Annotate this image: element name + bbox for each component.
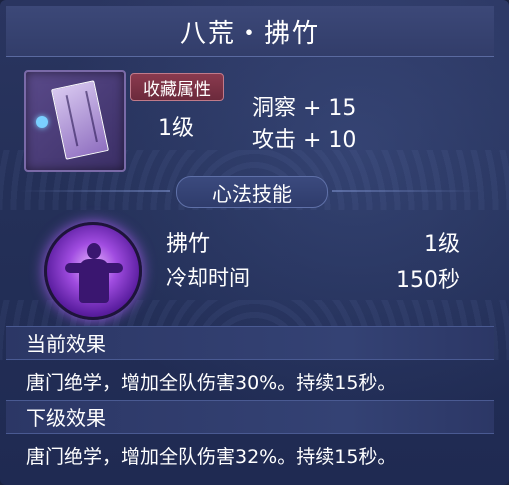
- book-icon: [50, 80, 110, 160]
- next-effect-text: 唐门绝学，增加全队伤害32%。持续15秒。: [26, 446, 397, 468]
- current-effect-header: 当前效果: [6, 326, 494, 360]
- item-level: 1级: [158, 116, 194, 141]
- book-scroll-icon[interactable]: [24, 70, 126, 172]
- meditating-figure-icon[interactable]: [44, 222, 142, 320]
- current-effect-text: 唐门绝学，增加全队伤害30%。持续15秒。: [26, 372, 397, 394]
- title-bar: 八荒・拂竹: [6, 6, 494, 57]
- attribute-insight: 洞察 + 15: [252, 96, 357, 121]
- next-effect-header: 下级效果: [6, 400, 494, 434]
- tassel-icon: [36, 116, 48, 128]
- skill-level: 1级: [424, 232, 460, 257]
- cooldown-label: 冷却时间: [166, 266, 250, 290]
- collection-attribute-badge: 收藏属性: [130, 73, 224, 101]
- divider: [332, 190, 482, 192]
- attribute-attack: 攻击 + 10: [252, 128, 357, 153]
- divider: [20, 190, 170, 192]
- skill-section-header: 心法技能: [176, 176, 328, 208]
- page-title: 八荒・拂竹: [179, 18, 320, 49]
- skill-name: 拂竹: [166, 232, 211, 257]
- skill-detail-panel: 八荒・拂竹 收藏属性 1级 洞察 + 15 攻击 + 10 心法技能 拂竹 1级…: [0, 0, 509, 485]
- cooldown-value: 150秒: [396, 268, 460, 293]
